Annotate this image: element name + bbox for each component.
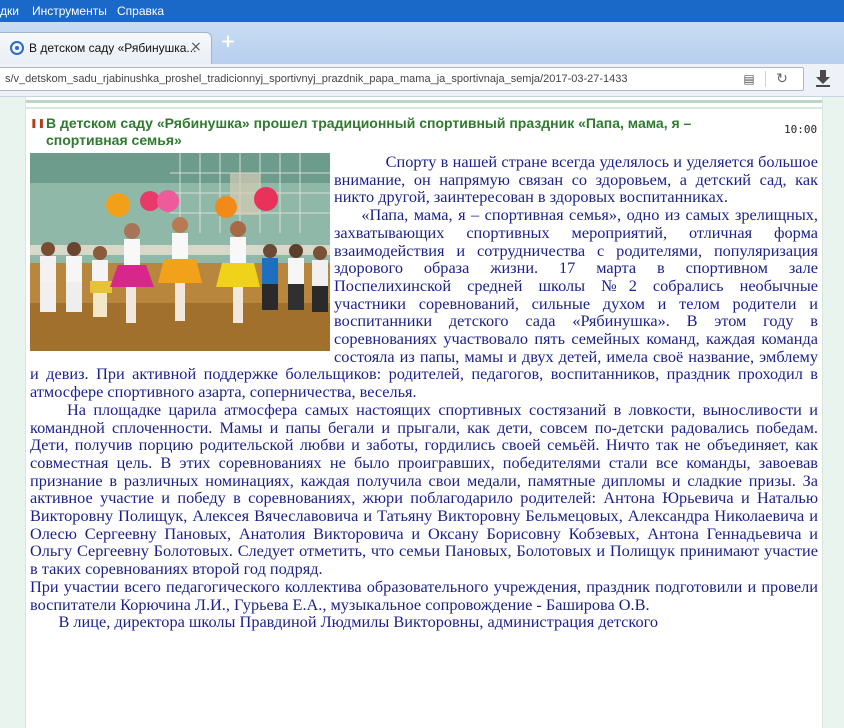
address-bar[interactable]: s/v_detskom_sadu_rjabinushka_proshel_tra…: [0, 67, 804, 91]
article-paragraph: На площадке царила атмосфера самых насто…: [30, 399, 818, 579]
menu-bar: дки Инструменты Справка: [0, 0, 844, 22]
download-arrow-icon[interactable]: [814, 69, 832, 89]
page-viewport: ❚❚ В детском саду «Рябинушка» прошел тра…: [0, 97, 844, 728]
tab-strip: В детском саду «Рябинушка... × +: [0, 22, 844, 65]
navigation-bar: s/v_detskom_sadu_rjabinushka_proshel_tra…: [0, 64, 844, 97]
article-paragraph: В лице, директора школы Правдиной Людмил…: [30, 612, 659, 632]
article-body: Спорту в нашей стране всегда уделялось и…: [30, 153, 818, 631]
browser-tab[interactable]: В детском саду «Рябинушка... ×: [0, 32, 212, 65]
article-time: 10:00: [784, 123, 818, 136]
article-container: ❚❚ В детском саду «Рябинушка» прошел тра…: [25, 97, 823, 728]
title-bullet-icon: ❚❚: [30, 119, 46, 129]
url-text[interactable]: s/v_detskom_sadu_rjabinushka_proshel_tra…: [5, 73, 628, 85]
article-paragraph: При участии всего педагогического коллек…: [30, 576, 818, 614]
menu-item-help[interactable]: Справка: [117, 4, 164, 18]
top-divider-secondary: [26, 107, 822, 109]
tab-title: В детском саду «Рябинушка...: [29, 41, 197, 55]
top-divider: [26, 100, 822, 103]
photo-spacer: [30, 153, 330, 351]
urlbar-separator: [765, 71, 766, 87]
site-favicon-icon: [10, 41, 24, 55]
article-title[interactable]: В детском саду «Рябинушка» прошел традиц…: [46, 115, 766, 149]
tab-close-icon[interactable]: ×: [190, 39, 202, 55]
reader-view-icon[interactable]: ▤: [741, 71, 757, 87]
reload-icon[interactable]: ↻: [773, 70, 791, 88]
menu-item-bookmarks[interactable]: дки: [0, 4, 19, 18]
new-tab-button[interactable]: +: [218, 32, 238, 52]
menu-item-tools[interactable]: Инструменты: [32, 4, 107, 18]
